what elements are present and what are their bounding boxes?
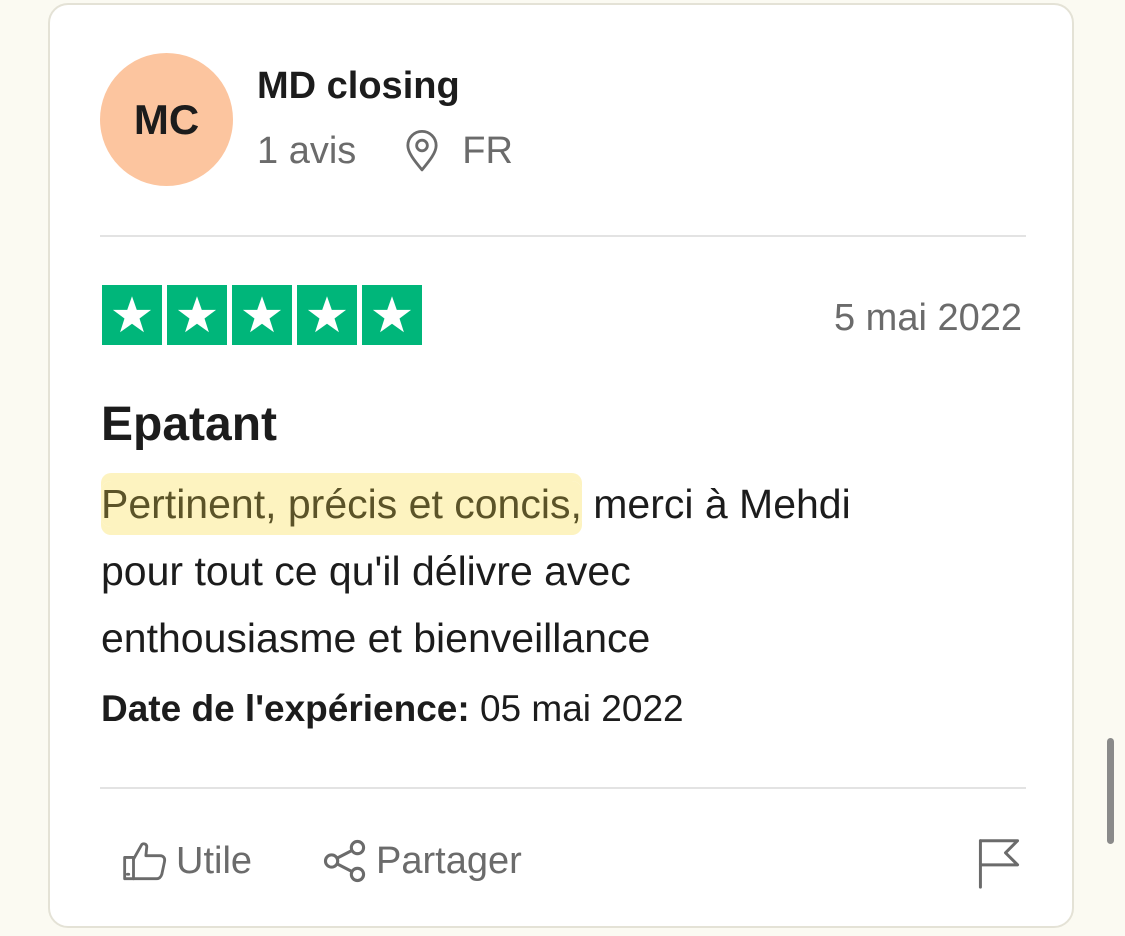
highlighted-text: Pertinent, précis et concis, xyxy=(101,481,582,527)
share-icon xyxy=(323,839,366,883)
star-2 xyxy=(167,285,227,345)
avatar: MC xyxy=(100,53,233,186)
report-button[interactable] xyxy=(976,837,1022,889)
star-1 xyxy=(102,285,162,345)
share-label: Partager xyxy=(376,839,522,882)
useful-button[interactable]: Utile xyxy=(122,839,252,883)
experience-date: Date de l'expérience: 05 mai 2022 xyxy=(101,688,684,730)
reviewer-country: FR xyxy=(462,129,513,172)
star-rating xyxy=(102,285,422,345)
review-body-text: merci à Mehdi xyxy=(581,481,851,527)
reviewer-name[interactable]: MD closing xyxy=(257,65,460,108)
review-actions: Utile Partager xyxy=(122,838,522,884)
experience-date-value: 05 mai 2022 xyxy=(469,688,684,729)
review-body-line: Pertinent, précis et concis, merci à Meh… xyxy=(101,471,1031,538)
review-title: Epatant xyxy=(101,398,278,451)
star-icon xyxy=(177,296,217,333)
thumbs-up-icon xyxy=(123,842,167,881)
star-5 xyxy=(362,285,422,345)
scrollbar[interactable] xyxy=(1107,738,1114,844)
divider xyxy=(100,787,1026,789)
share-button[interactable]: Partager xyxy=(322,838,522,884)
reviewer-meta: 1 avis FR xyxy=(257,129,513,173)
star-icon xyxy=(242,296,282,333)
star-4 xyxy=(297,285,357,345)
flag-icon xyxy=(978,839,1020,889)
avatar-initials: MC xyxy=(133,95,200,143)
review-body-line: pour tout ce qu'il délivre avec xyxy=(101,548,631,594)
star-3 xyxy=(232,285,292,345)
reviews-count: 1 avis xyxy=(257,129,357,172)
star-icon xyxy=(112,296,152,333)
star-icon xyxy=(307,296,347,333)
map-pin-icon xyxy=(402,129,442,173)
star-icon xyxy=(372,296,412,333)
review-card: MC MD closing 1 avis FR 5 mai 2022 Epata… xyxy=(48,3,1074,928)
divider xyxy=(100,235,1026,237)
experience-date-label: Date de l'expérience: xyxy=(101,688,470,729)
review-date: 5 mai 2022 xyxy=(833,297,1022,339)
review-body: Pertinent, précis et concis, merci à Meh… xyxy=(101,471,1031,672)
review-body-line: enthousiasme et bienveillance xyxy=(101,615,651,661)
useful-label: Utile xyxy=(176,839,253,882)
